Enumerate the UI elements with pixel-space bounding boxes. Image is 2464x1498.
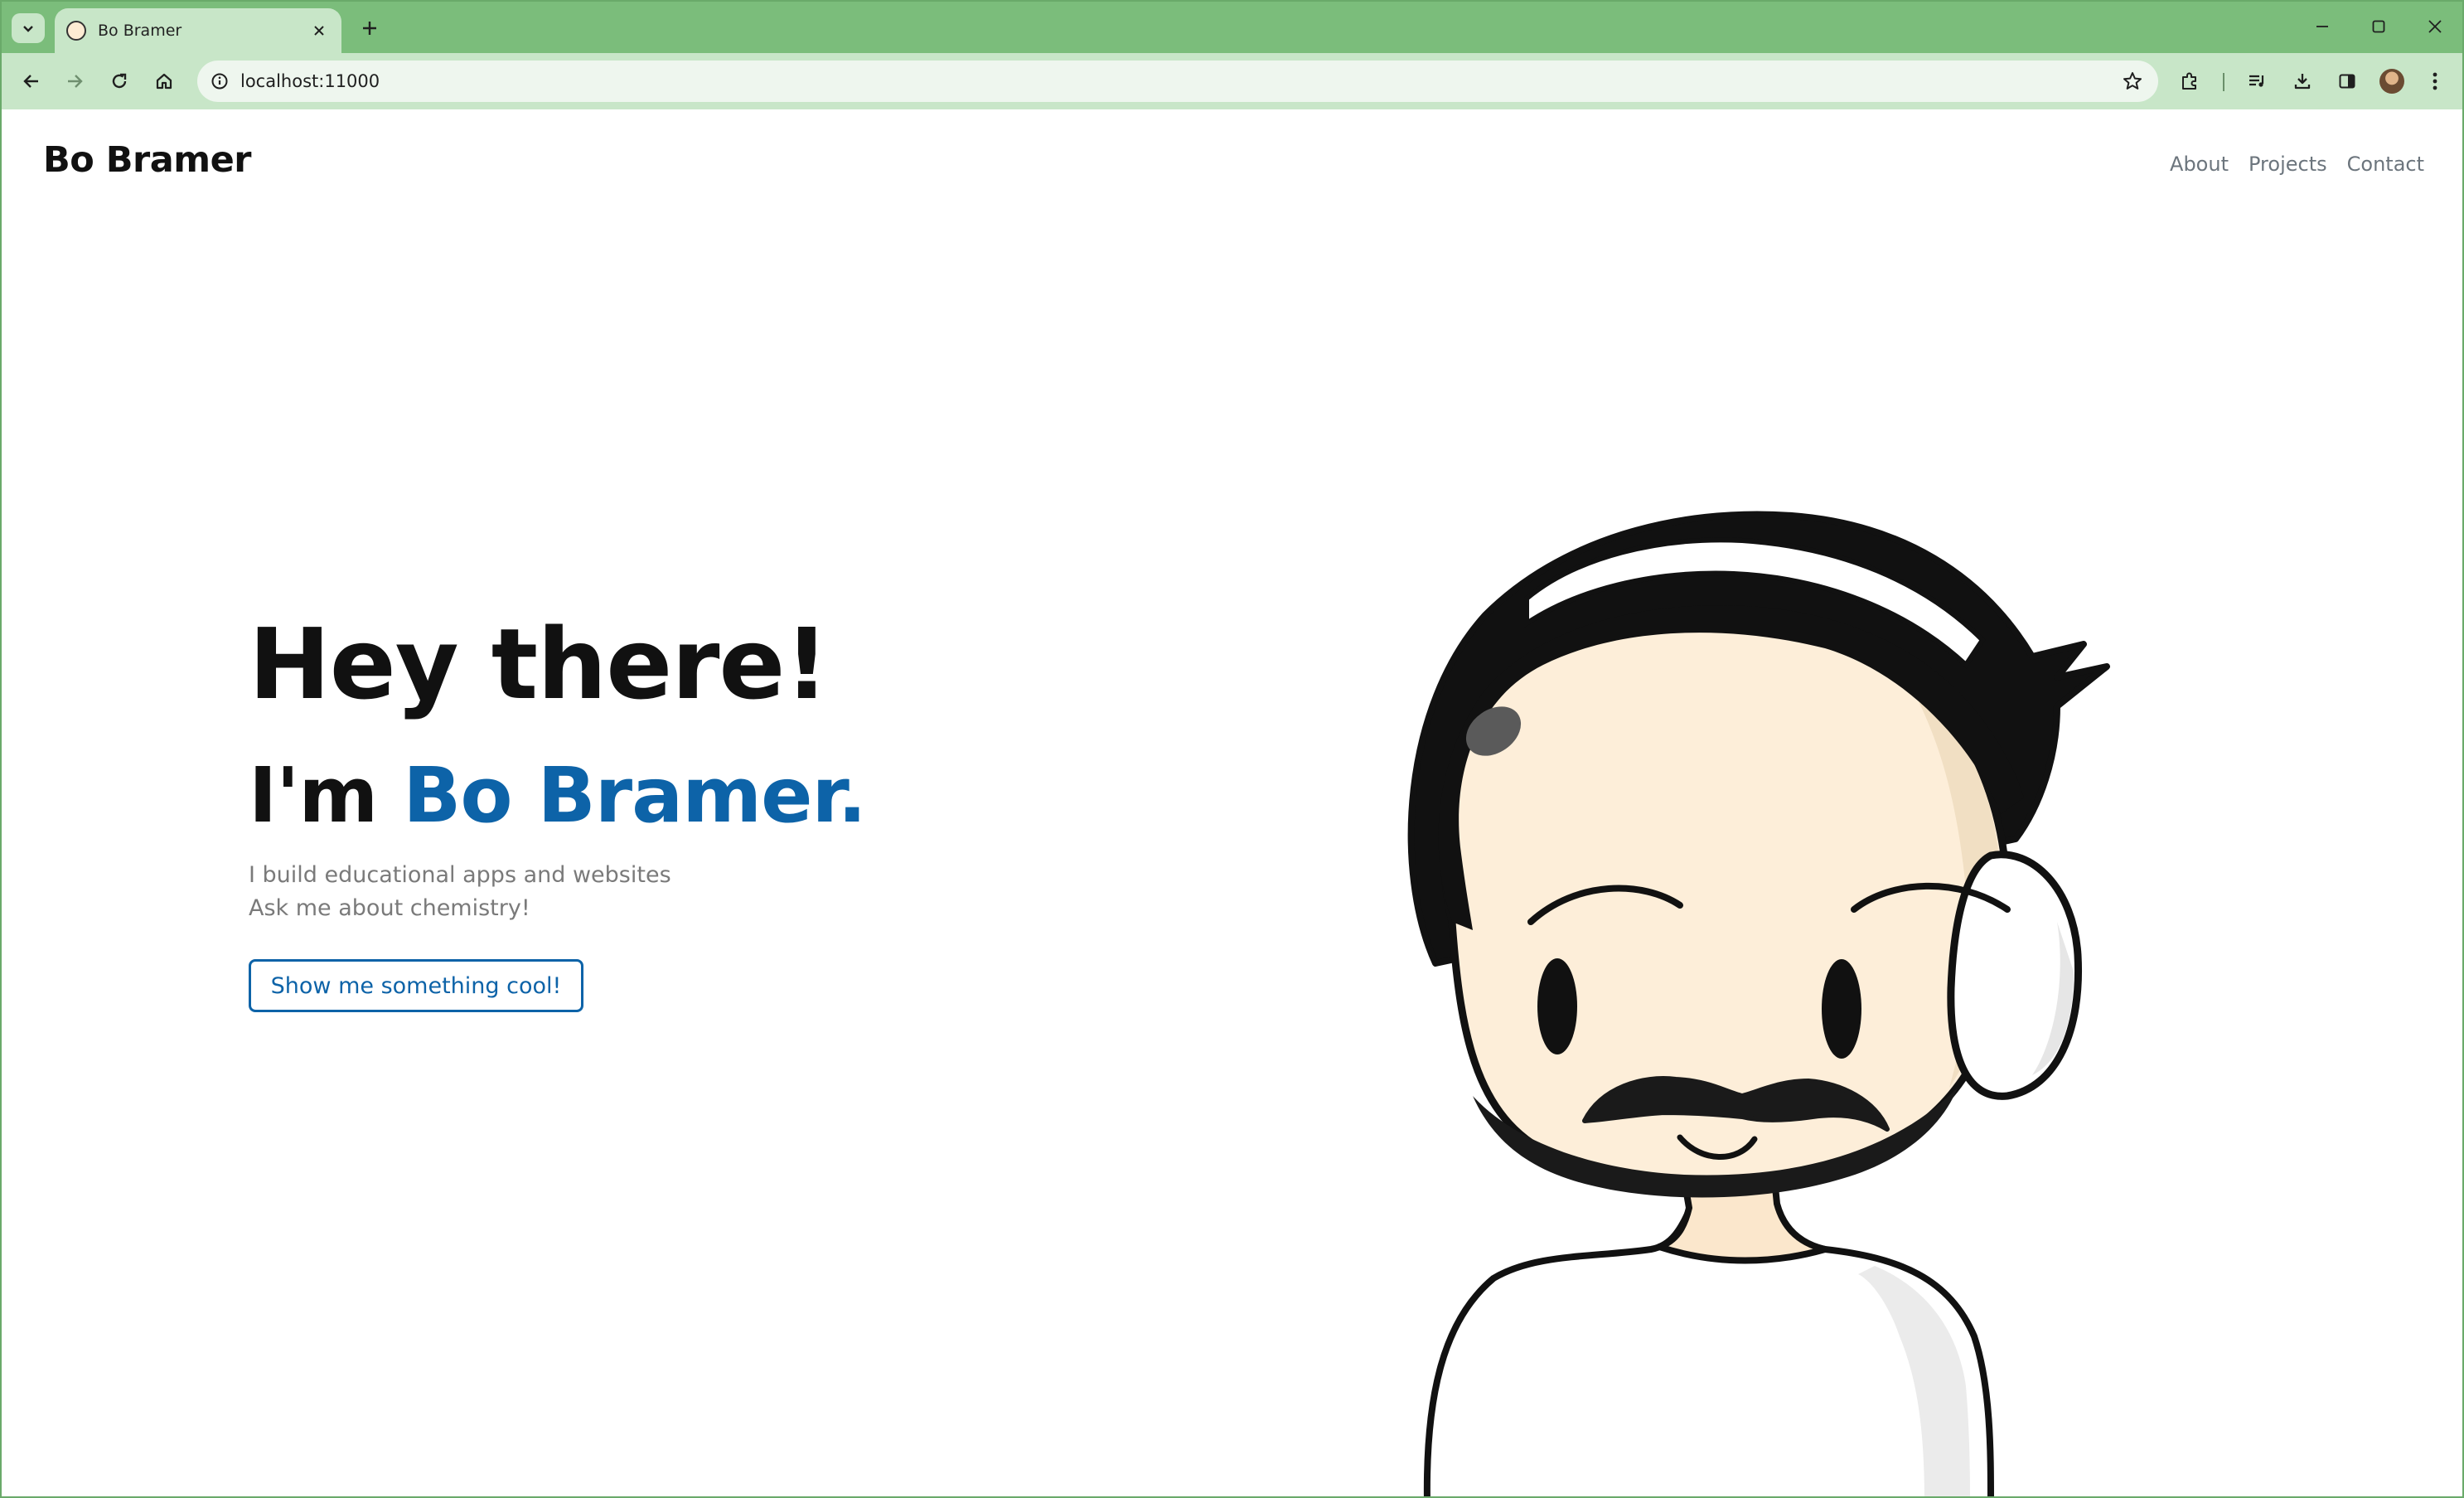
home-icon[interactable] [146, 63, 182, 99]
address-bar-url: localhost:11000 [240, 71, 380, 91]
tab-title: Bo Bramer [98, 22, 182, 40]
more-menu-icon[interactable] [2417, 63, 2453, 99]
avatar [2379, 69, 2404, 94]
download-icon[interactable] [2284, 63, 2321, 99]
reload-icon[interactable] [101, 63, 138, 99]
hero-intro: I'm Bo Bramer. [249, 751, 867, 840]
extensions-icon[interactable] [2171, 63, 2208, 99]
favicon-icon [66, 21, 86, 41]
hero-intro-prefix: I'm [249, 751, 404, 840]
nav-link-projects[interactable]: Projects [2249, 153, 2327, 176]
back-icon[interactable] [13, 63, 50, 99]
hero-subtitle-line-2: Ask me about chemistry! [249, 895, 530, 921]
hero-subtitle-line-1: I build educational apps and websites [249, 862, 671, 888]
site-brand-link[interactable]: Bo Bramer [43, 139, 251, 181]
browser-tab[interactable]: Bo Bramer [55, 8, 341, 53]
maximize-icon[interactable] [2355, 10, 2402, 43]
tab-search-icon[interactable] [12, 13, 45, 43]
site-nav: About Projects Contact [2170, 153, 2424, 176]
profile-avatar[interactable] [2374, 63, 2410, 99]
hero-subtitle: I build educational apps and websites As… [249, 859, 671, 925]
new-tab-icon[interactable] [353, 13, 386, 43]
tab-strip: Bo Bramer [2, 2, 2462, 53]
hero-name: Bo Bramer. [403, 751, 866, 840]
side-panel-icon[interactable] [2329, 63, 2365, 99]
nav-link-contact[interactable]: Contact [2347, 153, 2424, 176]
minimize-icon[interactable] [2299, 10, 2345, 43]
toolbar-divider [2223, 73, 2224, 91]
address-bar[interactable]: localhost:11000 [197, 61, 2158, 102]
close-icon[interactable] [308, 20, 330, 41]
media-controls-icon[interactable] [2239, 63, 2276, 99]
bookmark-star-icon[interactable] [2122, 70, 2143, 92]
forward-icon[interactable] [56, 63, 93, 99]
nav-link-about[interactable]: About [2170, 153, 2229, 176]
site-info-icon[interactable] [211, 72, 229, 90]
close-window-icon[interactable] [2412, 10, 2458, 43]
hero-greeting: Hey there! [249, 607, 829, 721]
browser-window: Bo Bramer localhost:11000 Bo Bramer Abou… [0, 0, 2464, 1498]
web-page: Bo Bramer About Projects Contact Hey the… [2, 109, 2462, 1496]
cartoon-avatar-illustration [1407, 511, 2110, 1496]
browser-toolbar: localhost:11000 [2, 53, 2462, 109]
show-something-cool-button[interactable]: Show me something cool! [249, 959, 583, 1012]
